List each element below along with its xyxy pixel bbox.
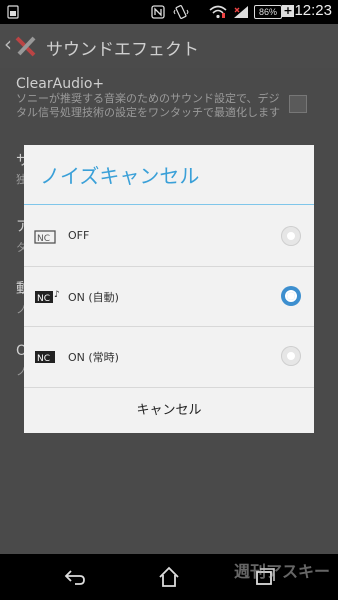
sound-effect-app-icon: [14, 34, 40, 58]
action-bar-title: サウンドエフェクト: [46, 40, 199, 60]
up-navigation-icon[interactable]: ‹: [4, 32, 12, 56]
option-label: ON (自動): [68, 291, 119, 304]
charging-plus-icon: +: [282, 4, 294, 17]
noise-cancel-off-icon: NC: [34, 229, 56, 244]
option-label: ON (常時): [68, 351, 119, 364]
setting-clearaudio[interactable]: ClearAudio+ ソニーが推奨する音楽のためのサウンド設定で、デジタル信号…: [16, 76, 286, 120]
sim-icon: [6, 3, 20, 20]
radio-on-auto[interactable]: [281, 286, 301, 306]
dialog-title: ノイズキャンセル: [40, 164, 200, 188]
back-icon[interactable]: [63, 565, 87, 589]
option-off[interactable]: NC OFF: [24, 207, 314, 267]
radio-off[interactable]: [281, 226, 301, 246]
noise-cancel-always-icon: NC: [34, 349, 56, 364]
clock: 12:23: [294, 2, 332, 19]
cancel-button[interactable]: キャンセル: [24, 388, 314, 433]
svg-text:NC: NC: [37, 294, 50, 304]
screen: 86% + 12:23 ‹ サウンドエフェクト ClearAudio+ ソニーが…: [0, 0, 338, 600]
dialog-title-divider: [24, 204, 314, 205]
option-label: OFF: [68, 229, 90, 242]
option-on-auto[interactable]: NC ♪ ON (自動): [24, 267, 314, 327]
noise-cancel-auto-icon: NC ♪: [34, 289, 60, 304]
signal-icon: [232, 3, 250, 20]
wifi-icon: [208, 3, 228, 20]
battery-icon: 86%: [254, 5, 282, 19]
watermark: 週刊アスキー: [233, 562, 330, 581]
setting-subtitle: ソニーが推奨する音楽のためのサウンド設定で、デジタル信号処理技術の設定をワンタッ…: [16, 92, 280, 119]
setting-title: ClearAudio+: [16, 76, 105, 92]
action-bar: ‹ サウンドエフェクト: [0, 24, 338, 68]
option-on-always[interactable]: NC ON (常時): [24, 327, 314, 387]
battery-level: 86%: [258, 7, 277, 17]
svg-text:NC: NC: [37, 234, 50, 244]
home-icon[interactable]: [157, 565, 181, 589]
vibrate-icon: [172, 3, 190, 20]
nfc-icon: [150, 3, 166, 20]
noise-cancel-dialog: ノイズキャンセル NC OFF NC ♪ ON (自動) NC ON (常時): [24, 145, 314, 433]
svg-text:NC: NC: [37, 354, 50, 364]
svg-text:♪: ♪: [54, 290, 60, 300]
radio-on-always[interactable]: [281, 346, 301, 366]
clearaudio-checkbox[interactable]: [289, 95, 307, 113]
status-bar: 86% + 12:23: [0, 0, 338, 24]
